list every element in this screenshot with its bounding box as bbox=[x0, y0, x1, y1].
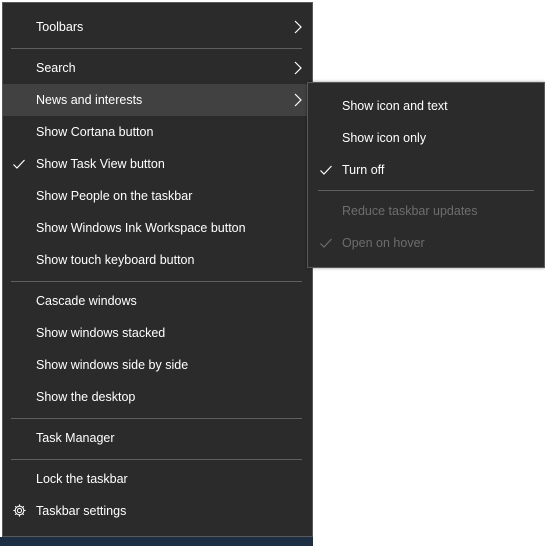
menu-item-label: Show People on the taskbar bbox=[36, 189, 193, 203]
menu-item-taskbar-settings[interactable]: Taskbar settings bbox=[3, 495, 312, 527]
menu-item-label: Reduce taskbar updates bbox=[342, 204, 478, 218]
submenu-item-reduce-taskbar-updates: Reduce taskbar updates bbox=[308, 195, 544, 227]
submenu-item-turn-off[interactable]: Turn off bbox=[308, 154, 544, 186]
gear-icon bbox=[13, 504, 26, 517]
checkmark-icon bbox=[13, 159, 25, 169]
menu-item-label: Toolbars bbox=[36, 20, 84, 34]
menu-item-label: Cascade windows bbox=[36, 294, 137, 308]
menu-separator bbox=[11, 48, 302, 49]
menu-separator bbox=[11, 418, 302, 419]
menu-item-label: Search bbox=[36, 61, 76, 75]
menu-item-show-windows-stacked[interactable]: Show windows stacked bbox=[3, 317, 312, 349]
news-and-interests-submenu: Show icon and text Show icon only Turn o… bbox=[307, 82, 545, 268]
menu-item-label: Show Windows Ink Workspace button bbox=[36, 221, 246, 235]
menu-item-label: News and interests bbox=[36, 93, 143, 107]
menu-separator bbox=[11, 281, 302, 282]
menu-item-label: Show windows stacked bbox=[36, 326, 166, 340]
menu-item-label: Show the desktop bbox=[36, 390, 136, 404]
menu-item-label: Lock the taskbar bbox=[36, 472, 128, 486]
menu-item-label: Show icon only bbox=[342, 131, 427, 145]
menu-item-label: Open on hover bbox=[342, 236, 425, 250]
menu-item-label: Taskbar settings bbox=[36, 504, 127, 518]
menu-separator bbox=[318, 190, 534, 191]
taskbar-context-menu: Toolbars Search News and interests Show … bbox=[2, 2, 313, 537]
menu-item-label: Show Cortana button bbox=[36, 125, 154, 139]
menu-item-label: Show icon and text bbox=[342, 99, 448, 113]
menu-item-show-task-view-button[interactable]: Show Task View button bbox=[3, 148, 312, 180]
menu-item-cascade-windows[interactable]: Cascade windows bbox=[3, 285, 312, 317]
menu-item-show-windows-ink-workspace[interactable]: Show Windows Ink Workspace button bbox=[3, 212, 312, 244]
menu-item-search[interactable]: Search bbox=[3, 52, 312, 84]
menu-item-label: Show touch keyboard button bbox=[36, 253, 195, 267]
menu-item-task-manager[interactable]: Task Manager bbox=[3, 422, 312, 454]
menu-item-show-windows-side-by-side[interactable]: Show windows side by side bbox=[3, 349, 312, 381]
menu-item-label: Show windows side by side bbox=[36, 358, 189, 372]
menu-item-label: Show Task View button bbox=[36, 157, 165, 171]
submenu-item-show-icon-and-text[interactable]: Show icon and text bbox=[308, 90, 544, 122]
menu-separator bbox=[11, 459, 302, 460]
menu-item-show-the-desktop[interactable]: Show the desktop bbox=[3, 381, 312, 413]
chevron-right-icon bbox=[294, 61, 302, 75]
checkmark-icon bbox=[320, 165, 332, 175]
menu-item-show-touch-keyboard[interactable]: Show touch keyboard button bbox=[3, 244, 312, 276]
menu-item-label: Task Manager bbox=[36, 431, 115, 445]
menu-item-news-and-interests[interactable]: News and interests bbox=[3, 84, 312, 116]
menu-item-show-people[interactable]: Show People on the taskbar bbox=[3, 180, 312, 212]
menu-item-show-cortana-button[interactable]: Show Cortana button bbox=[3, 116, 312, 148]
submenu-item-show-icon-only[interactable]: Show icon only bbox=[308, 122, 544, 154]
chevron-right-icon bbox=[294, 20, 302, 34]
checkmark-icon bbox=[320, 238, 332, 248]
menu-item-label: Turn off bbox=[342, 163, 385, 177]
chevron-right-icon bbox=[294, 93, 302, 107]
menu-item-toolbars[interactable]: Toolbars bbox=[3, 11, 312, 43]
taskbar bbox=[0, 537, 313, 546]
submenu-item-open-on-hover: Open on hover bbox=[308, 227, 544, 259]
menu-item-lock-the-taskbar[interactable]: Lock the taskbar bbox=[3, 463, 312, 495]
